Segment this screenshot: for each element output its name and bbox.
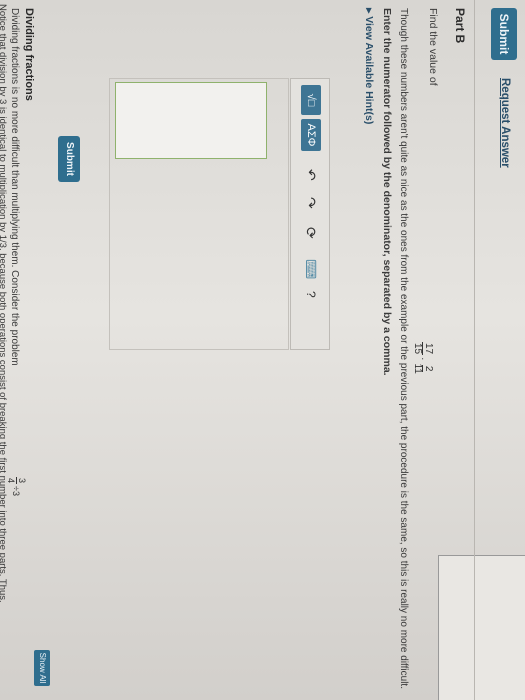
procedure-paragraph: Though these numbers aren't quite as nic… [398, 8, 409, 689]
divider [474, 0, 475, 700]
find-value-text: Find the value of [427, 8, 439, 86]
answer-input-field[interactable] [115, 82, 267, 159]
dividing-fractions-line2: Notice that division by 3 is identical t… [0, 4, 8, 603]
templates-button[interactable]: √□ [301, 85, 321, 115]
expression-divide: 34 ÷ 3 [6, 475, 27, 496]
dividing-fractions-line1: Dividing fractions is no more difficult … [9, 8, 20, 366]
hints-link: View Available Hint(s) [363, 16, 375, 125]
fraction-2-denominator: 11 [412, 363, 423, 374]
fraction-1-denominator: 15 [412, 343, 423, 355]
math-toolbar: √□ ΑΣΦ ↶ ↷ ⟳ ⌨ ? [290, 78, 330, 350]
submit-button-part-b[interactable]: Submit [58, 136, 80, 182]
hints-toggle[interactable]: ▸ View Available Hint(s) [363, 8, 375, 124]
submit-button-top[interactable]: Submit [491, 8, 517, 60]
divisor: 3 [11, 490, 22, 496]
part-b-title: Part B [453, 8, 467, 44]
show-all-button[interactable]: Show All [34, 650, 50, 686]
dividing-fractions-heading: Dividing fractions [23, 8, 35, 101]
multiply-operator: · [417, 357, 428, 361]
fraction-1-numerator: 17 [422, 342, 434, 356]
divide-numerator: 3 [16, 477, 27, 485]
undo-icon[interactable]: ↶ [301, 169, 321, 181]
page-canvas: Submit Request Answer Part B Find the va… [0, 0, 525, 700]
reset-icon[interactable]: ⟳ [301, 227, 321, 239]
request-answer-link[interactable]: Request Answer [499, 78, 511, 168]
fraction-2-numerator: 2 [422, 364, 434, 373]
expression-multiply: 17 15 · 2 11 [412, 340, 434, 377]
redo-icon[interactable]: ↷ [301, 197, 321, 209]
entry-instruction: Enter the numerator followed by the deno… [381, 8, 393, 376]
previous-answer-box[interactable] [438, 555, 525, 700]
symbols-button[interactable]: ΑΣΦ [301, 119, 321, 151]
triangle-right-icon: ▸ [363, 8, 375, 17]
keyboard-icon[interactable]: ⌨ [301, 259, 321, 279]
help-icon[interactable]: ? [301, 291, 321, 298]
